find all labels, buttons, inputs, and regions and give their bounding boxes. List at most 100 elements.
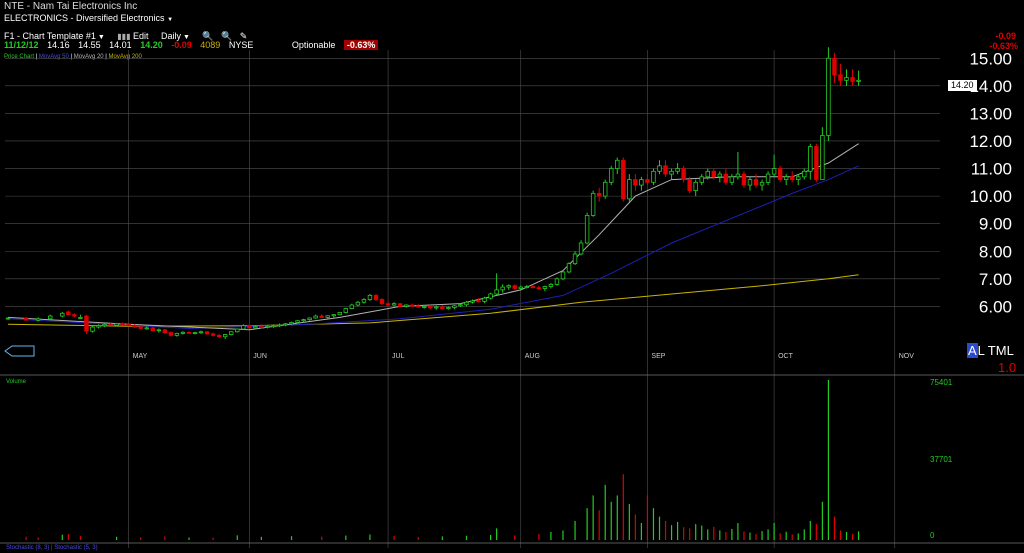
- candle-body: [717, 173, 723, 178]
- candle-body: [584, 215, 590, 244]
- candle-body: [651, 170, 656, 183]
- candle-body: [325, 315, 330, 318]
- candle-body: [500, 286, 505, 291]
- candle-body: [633, 179, 638, 186]
- candle-body: [96, 325, 101, 328]
- candle-body: [554, 278, 560, 285]
- candle-body: [627, 179, 632, 200]
- scroll-handle[interactable]: [4, 344, 35, 357]
- candle-body: [494, 289, 499, 295]
- candle-body: [415, 305, 421, 308]
- candle-body: [35, 318, 41, 321]
- candle-body: [687, 179, 692, 192]
- auto-scale-toggle[interactable]: A: [967, 343, 978, 358]
- candle-body: [446, 307, 451, 310]
- candle-body: [126, 323, 131, 327]
- candle-body: [162, 329, 168, 333]
- volume-label: Volume: [6, 379, 27, 385]
- candle-body: [84, 315, 89, 332]
- price-tick-label: 9.00: [979, 215, 1012, 234]
- candle-body: [253, 326, 258, 329]
- candle-body: [536, 287, 542, 290]
- candle-body: [482, 297, 487, 302]
- candle-body: [603, 181, 608, 197]
- candle-body: [66, 311, 71, 316]
- candle-body: [566, 263, 572, 273]
- candle-body: [337, 312, 343, 316]
- candle-body: [241, 325, 246, 330]
- candle-body: [403, 304, 409, 307]
- grid: [0, 50, 1024, 548]
- volume-axis: 75401 37701 0: [930, 378, 953, 540]
- candle-body: [771, 168, 777, 175]
- candles: [5, 47, 861, 339]
- candle-body: [192, 332, 198, 334]
- month-label: OCT: [778, 353, 794, 360]
- candle-body: [796, 176, 801, 180]
- candle-body: [391, 303, 397, 306]
- candle-body: [361, 299, 367, 303]
- candle-body: [313, 315, 318, 319]
- candle-body: [621, 159, 626, 200]
- candle-body: [693, 181, 698, 192]
- price-tick-label: 15.00: [969, 49, 1012, 68]
- candle-body: [186, 331, 192, 334]
- scale-mode[interactable]: AL TML: [967, 343, 1014, 358]
- candle-body: [422, 306, 427, 308]
- ma50-line: [7, 165, 859, 330]
- candle-body: [72, 314, 77, 317]
- candle-body: [560, 271, 566, 280]
- candle-body: [850, 77, 855, 82]
- candle-body: [790, 176, 795, 180]
- candle-body: [156, 329, 162, 332]
- candle-body: [235, 328, 240, 333]
- candle-body: [524, 286, 530, 288]
- price-chart[interactable]: 6.007.008.009.0010.0011.0012.0013.0014.0…: [0, 0, 1024, 553]
- candle-body: [259, 326, 264, 328]
- ma200-line: [7, 274, 859, 327]
- candle-body: [590, 192, 596, 216]
- time-axis: MAY JUN JUL AUG SEP OCT NOV: [133, 353, 915, 360]
- candle-body: [90, 326, 95, 332]
- candle-body: [331, 314, 336, 317]
- candle-body: [657, 165, 662, 172]
- volume-tick-label: 75401: [930, 378, 953, 387]
- candle-body: [355, 301, 361, 306]
- candle-body: [271, 325, 276, 328]
- scroll-handle-icon: [4, 345, 35, 357]
- candle-body: [144, 327, 149, 330]
- candle-body: [675, 168, 680, 172]
- candle-body: [102, 323, 107, 327]
- price-tick-label: 12.00: [969, 132, 1012, 151]
- candle-body: [723, 173, 729, 183]
- candle-body: [289, 321, 294, 325]
- candle-body: [265, 325, 270, 328]
- price-tick-label: 13.00: [969, 104, 1012, 123]
- price-tick-label: 8.00: [979, 242, 1012, 261]
- candle-body: [596, 192, 602, 197]
- month-label: JUN: [253, 353, 267, 360]
- candle-body: [645, 179, 650, 183]
- candle-body: [60, 312, 65, 317]
- candle-body: [343, 308, 349, 313]
- price-tick-label: 6.00: [979, 297, 1012, 316]
- volume-tick-label: 37701: [930, 455, 953, 464]
- candle-body: [488, 293, 493, 299]
- candle-body: [114, 323, 119, 326]
- candle-body: [518, 286, 523, 289]
- candle-body: [48, 315, 53, 320]
- candle-body: [216, 334, 222, 338]
- candle-body: [753, 179, 759, 186]
- candle-body: [198, 331, 204, 334]
- candle-body: [783, 176, 789, 180]
- candle-body: [470, 300, 475, 303]
- candle-body: [5, 317, 11, 320]
- candle-body: [464, 301, 469, 306]
- candle-body: [222, 334, 228, 338]
- candle-body: [542, 286, 548, 289]
- candle-body: [150, 327, 156, 332]
- candle-body: [120, 323, 125, 325]
- candle-body: [132, 325, 137, 328]
- candle-body: [572, 253, 578, 265]
- candle-body: [349, 304, 355, 310]
